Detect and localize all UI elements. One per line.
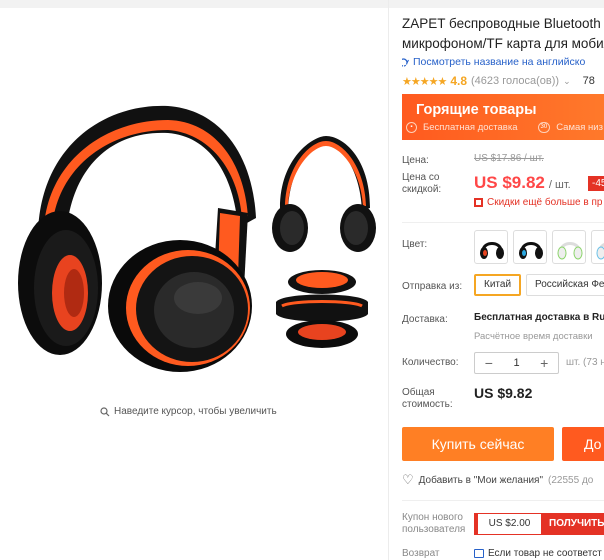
quantity-input[interactable]: 1 bbox=[503, 357, 531, 369]
quantity-label: Количество: bbox=[402, 357, 459, 368]
translate-title-link[interactable]: Посмотреть название на английско bbox=[402, 56, 585, 68]
bulk-discount-text: Скидки ещё больше в пр bbox=[487, 197, 603, 208]
divider bbox=[402, 222, 604, 223]
ship-from-china[interactable]: Китай bbox=[474, 274, 522, 296]
translate-link-text: Посмотреть название на английско bbox=[413, 56, 586, 68]
delivery-value[interactable]: Бесплатная доставка в Ru bbox=[474, 312, 604, 323]
add-to-wishlist-link[interactable]: ♡ Добавить в "Мои желания" (22555 до bbox=[402, 472, 593, 488]
total-label: Общая стоимость: bbox=[402, 387, 453, 410]
color-swatch-green[interactable] bbox=[552, 230, 586, 264]
quantity-stepper: − 1 + bbox=[474, 352, 559, 374]
truck-icon: ▪ bbox=[406, 122, 417, 133]
chevron-down-icon[interactable]: ⌄ bbox=[563, 76, 571, 87]
returns-policy[interactable]: Если товар не соответст bbox=[474, 548, 602, 559]
orders-count: 78 bbox=[582, 75, 595, 87]
rating-stars: ★★★★★ bbox=[402, 75, 447, 88]
swatch-red-image bbox=[480, 242, 504, 259]
quantity-increase-button[interactable]: + bbox=[530, 355, 558, 371]
swatch-light-blue-image bbox=[596, 243, 604, 260]
price-unit: / шт. bbox=[548, 179, 571, 191]
delivery-label: Доставка: bbox=[402, 314, 448, 325]
original-price: US $17.86 / шт. bbox=[474, 153, 544, 164]
thumbnail-front-image[interactable] bbox=[268, 128, 380, 258]
discount-price: US $9.82/ шт. bbox=[474, 173, 571, 193]
wishlist-count: (22555 до bbox=[548, 474, 594, 486]
product-info-panel: ZAPET беспроводные Bluetooth на микрофон… bbox=[402, 0, 604, 560]
panel-divider bbox=[388, 0, 389, 560]
hot-deals-banner[interactable]: Горящие товары ▪ Бесплатная доставка 30 … bbox=[402, 94, 604, 140]
divider bbox=[402, 500, 604, 501]
translate-icon bbox=[402, 57, 409, 67]
return-box-icon bbox=[474, 549, 484, 558]
swatch-green-image bbox=[557, 242, 583, 260]
stock-available: шт. (73 н bbox=[566, 357, 604, 368]
main-product-image[interactable] bbox=[8, 88, 266, 378]
swatch-blue-image bbox=[519, 242, 543, 259]
thirty-badge-icon: 30 bbox=[537, 122, 551, 133]
thumbnail-folded-image[interactable] bbox=[262, 262, 382, 354]
get-coupon-button[interactable]: ПОЛУЧИТЬ bbox=[541, 514, 604, 534]
hot-deals-features: ▪ Бесплатная доставка 30 Самая низ bbox=[406, 122, 603, 133]
product-title: ZAPET беспроводные Bluetooth на микрофон… bbox=[402, 14, 604, 54]
discount-badge: -45 bbox=[588, 176, 604, 191]
ship-from-russia[interactable]: Российская Фе bbox=[526, 274, 604, 296]
magnifier-icon bbox=[100, 406, 110, 416]
add-to-cart-button[interactable]: До bbox=[562, 427, 604, 461]
returns-text: Если товар не соответст bbox=[488, 548, 602, 559]
discount-price-value: US $9.82 bbox=[474, 173, 545, 192]
returns-label: Возврат bbox=[402, 548, 440, 559]
total-value: US $9.82 bbox=[474, 385, 533, 401]
qr-code-icon bbox=[474, 198, 483, 207]
lowest-price-text: Самая низ bbox=[556, 122, 603, 133]
color-swatch-red[interactable] bbox=[474, 230, 508, 264]
price-label: Цена: bbox=[402, 155, 429, 166]
bulk-discount-link[interactable]: Скидки ещё больше в пр bbox=[474, 197, 602, 208]
wishlist-text: Добавить в "Мои желания" bbox=[418, 474, 544, 486]
discount-price-label: Цена со скидкой: bbox=[402, 172, 442, 195]
rating-count: (4623 голоса(ов)) bbox=[471, 75, 560, 87]
new-user-coupon: US $2.00 ПОЛУЧИТЬ bbox=[474, 513, 604, 535]
coupon-label: Купон нового пользователя bbox=[402, 512, 466, 535]
free-shipping-text: Бесплатная доставка bbox=[423, 122, 518, 133]
heart-icon: ♡ bbox=[402, 472, 414, 487]
product-title-line2: микрофоном/TF карта для мобиль bbox=[402, 36, 604, 51]
delivery-estimate: Расчётное время доставки bbox=[474, 331, 593, 342]
coupon-value: US $2.00 bbox=[475, 514, 541, 534]
product-gallery: Наведите курсор, чтобы увеличить bbox=[0, 8, 388, 560]
rating-value: 4.8 bbox=[450, 74, 467, 88]
product-title-line1: ZAPET беспроводные Bluetooth на bbox=[402, 16, 604, 31]
hot-deals-title: Горящие товары bbox=[416, 102, 537, 118]
rating-row[interactable]: ★★★★★ 4.8 (4623 голоса(ов)) ⌄ 78 bbox=[402, 74, 595, 88]
ship-from-label: Отправка из: bbox=[402, 281, 463, 292]
zoom-hint-text: Наведите курсор, чтобы увеличить bbox=[114, 406, 277, 417]
color-swatch-blue[interactable] bbox=[513, 230, 547, 264]
quantity-decrease-button[interactable]: − bbox=[475, 355, 503, 371]
buy-now-button[interactable]: Купить сейчас bbox=[402, 427, 554, 461]
color-swatch-light-blue[interactable] bbox=[591, 230, 604, 264]
zoom-hint: Наведите курсор, чтобы увеличить bbox=[100, 406, 277, 417]
color-label: Цвет: bbox=[402, 239, 428, 250]
